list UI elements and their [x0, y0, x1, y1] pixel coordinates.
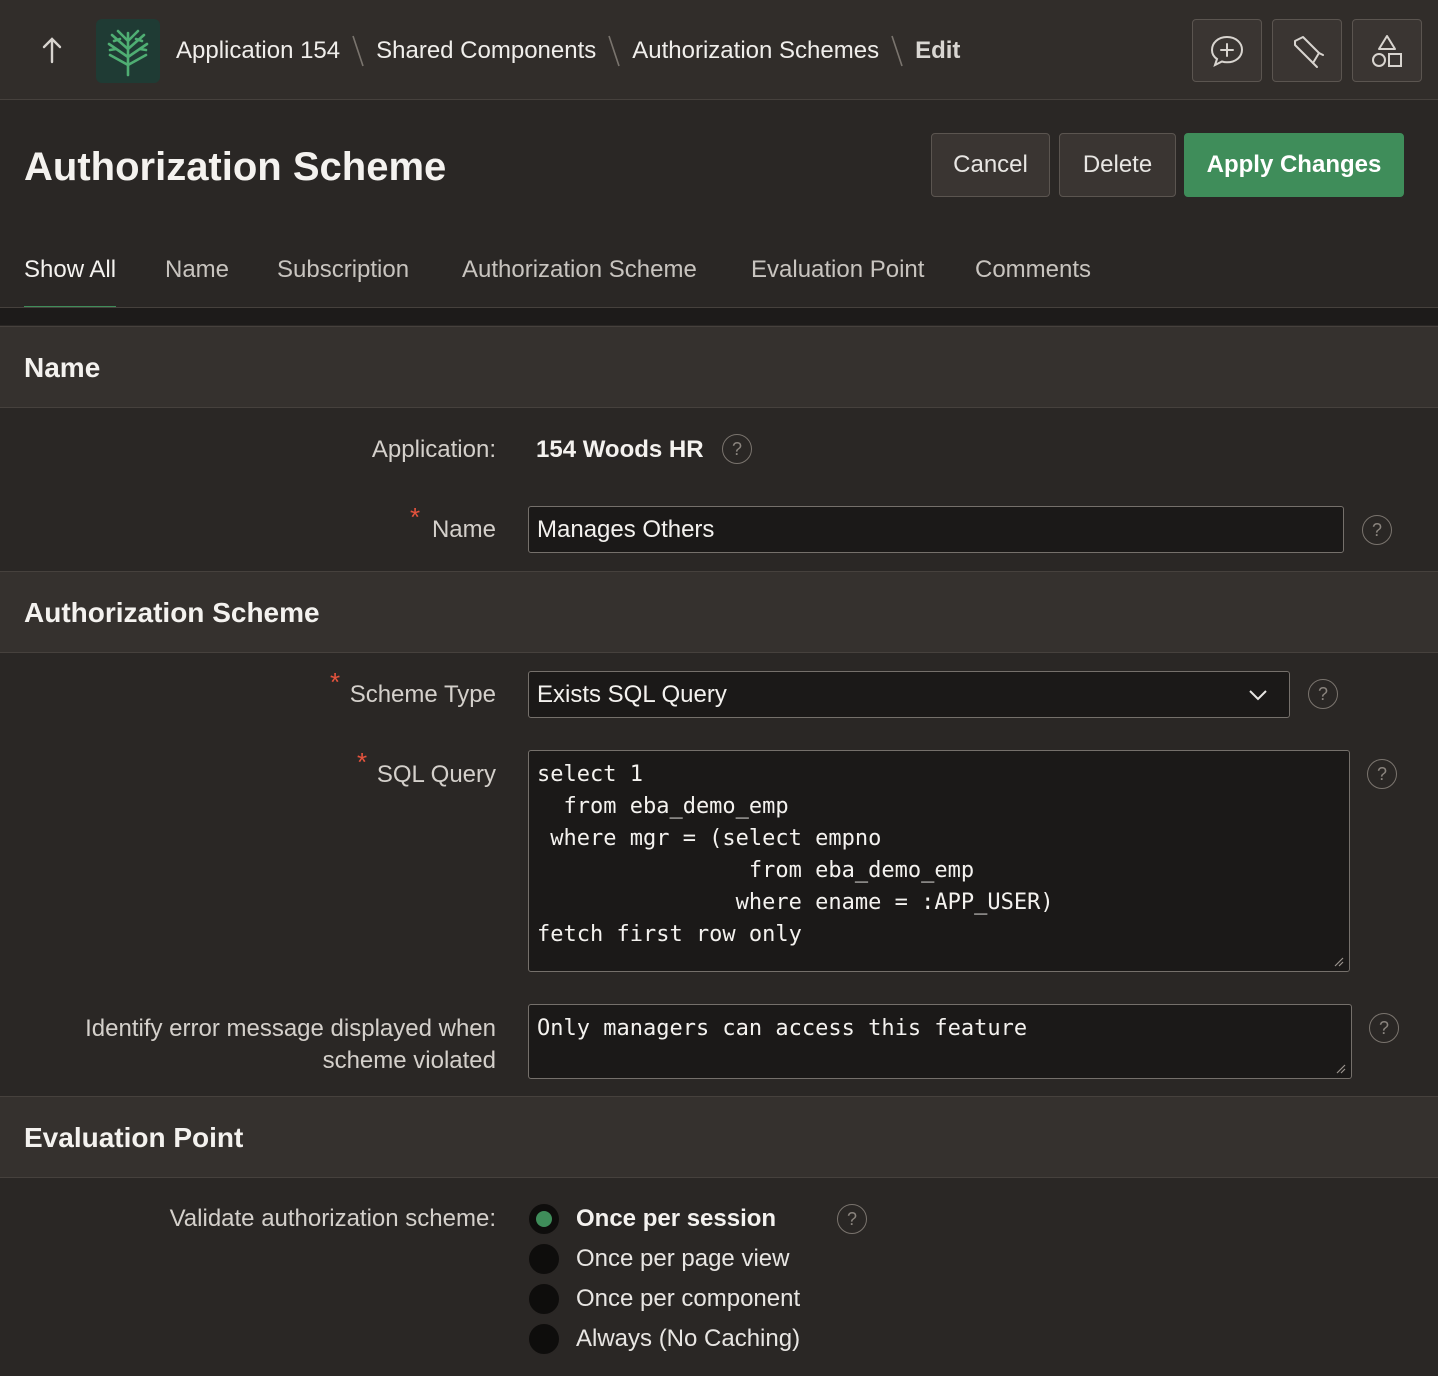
- breadcrumb-separator-icon: [352, 35, 364, 67]
- application-label: Application:: [371, 436, 496, 463]
- section-body-evaluation-point: Validate authorization scheme: Once per …: [0, 1178, 1438, 1376]
- radio-label: Always (No Caching): [576, 1325, 801, 1352]
- help-icon[interactable]: ?: [1367, 759, 1397, 789]
- error-message-textarea[interactable]: Only managers can access this feature: [528, 1004, 1352, 1079]
- help-icon[interactable]: ?: [1308, 679, 1338, 709]
- radio-button[interactable]: [528, 1243, 560, 1275]
- breadcrumb-separator-icon: [891, 35, 903, 67]
- radio-label: Once per session: [576, 1205, 777, 1232]
- section-title-evaluation-point: Evaluation Point: [24, 1122, 244, 1153]
- section-title-name: Name: [24, 352, 101, 383]
- shapes-icon: [1372, 34, 1402, 67]
- tab-subscription[interactable]: Subscription: [277, 240, 409, 306]
- highlighter-icon: [1294, 35, 1324, 68]
- radio-button[interactable]: [528, 1283, 560, 1315]
- help-icon[interactable]: ?: [1369, 1013, 1399, 1043]
- scheme-type-select[interactable]: Exists SQL Query: [528, 671, 1290, 718]
- content-gap: [0, 308, 1438, 325]
- page-title: Authorization Scheme: [24, 145, 447, 189]
- resize-handle-icon[interactable]: [1334, 1062, 1346, 1074]
- error-message-label: Identify error message displayed when sc…: [85, 1015, 496, 1074]
- tab-authorization-scheme[interactable]: Authorization Scheme: [462, 240, 697, 306]
- arrow-up-icon[interactable]: [34, 32, 70, 68]
- app-logo-icon[interactable]: [96, 19, 160, 83]
- top-bar: Application 154 Shared Components Author…: [0, 0, 1438, 100]
- sql-query-textarea[interactable]: select 1 from eba_demo_emp where mgr = (…: [528, 750, 1350, 972]
- tab-evaluation-point[interactable]: Evaluation Point: [751, 240, 924, 306]
- radio-once-per-page-view[interactable]: Once per page view: [528, 1242, 789, 1276]
- required-marker: *: [410, 502, 421, 532]
- help-icon[interactable]: ?: [722, 434, 752, 464]
- radio-button-selected[interactable]: [528, 1203, 560, 1235]
- resize-handle-icon[interactable]: [1332, 955, 1344, 967]
- section-header-authorization-scheme: Authorization Scheme: [0, 571, 1438, 653]
- section-header-evaluation-point: Evaluation Point: [0, 1096, 1438, 1178]
- breadcrumb-current: Edit: [915, 37, 961, 64]
- required-marker: *: [330, 667, 341, 697]
- name-input[interactable]: [528, 506, 1344, 553]
- highlighter-button[interactable]: [1272, 19, 1342, 82]
- breadcrumb-item-authorization-schemes[interactable]: Authorization Schemes: [632, 37, 879, 65]
- breadcrumb-item-application[interactable]: Application 154: [176, 37, 340, 65]
- breadcrumb: Application 154 Shared Components Author…: [176, 28, 960, 74]
- section-body-name: Application: 154 Woods HR ? * Name ?: [0, 408, 1438, 570]
- apply-changes-button[interactable]: Apply Changes: [1184, 133, 1404, 197]
- help-icon[interactable]: ?: [837, 1204, 867, 1234]
- section-body-authorization-scheme: * Scheme Type Exists SQL Query ? * SQL Q…: [0, 653, 1438, 1095]
- add-comment-button[interactable]: [1192, 19, 1262, 82]
- radio-label: Once per component: [576, 1285, 801, 1312]
- chevron-down-icon: [1249, 690, 1267, 701]
- add-comment-icon: [1210, 35, 1244, 67]
- required-marker: *: [357, 747, 368, 777]
- validate-scheme-label: Validate authorization scheme:: [169, 1205, 496, 1232]
- shapes-button[interactable]: [1352, 19, 1422, 82]
- radio-once-per-component[interactable]: Once per component: [528, 1282, 800, 1316]
- name-label: Name: [431, 516, 496, 543]
- tab-name[interactable]: Name: [165, 240, 229, 306]
- cancel-button[interactable]: Cancel: [931, 133, 1050, 197]
- radio-label: Once per page view: [576, 1245, 790, 1272]
- section-header-name: Name: [0, 326, 1438, 408]
- tab-comments[interactable]: Comments: [975, 240, 1091, 306]
- radio-once-per-session[interactable]: Once per session: [528, 1202, 776, 1236]
- help-icon[interactable]: ?: [1362, 515, 1392, 545]
- sql-query-label: SQL Query: [376, 761, 496, 788]
- scheme-type-label: Scheme Type: [349, 681, 496, 708]
- delete-button[interactable]: Delete: [1059, 133, 1176, 197]
- tab-bar: Show All Name Subscription Authorization…: [0, 240, 1438, 311]
- section-title-authorization-scheme: Authorization Scheme: [24, 597, 320, 628]
- radio-button[interactable]: [528, 1323, 560, 1355]
- breadcrumb-item-shared-components[interactable]: Shared Components: [376, 37, 596, 65]
- tab-show-all[interactable]: Show All: [24, 240, 117, 311]
- scheme-type-value: Exists SQL Query: [537, 681, 727, 708]
- application-value: 154 Woods HR: [536, 436, 704, 463]
- radio-always-no-caching[interactable]: Always (No Caching): [528, 1322, 800, 1356]
- breadcrumb-separator-icon: [608, 35, 621, 67]
